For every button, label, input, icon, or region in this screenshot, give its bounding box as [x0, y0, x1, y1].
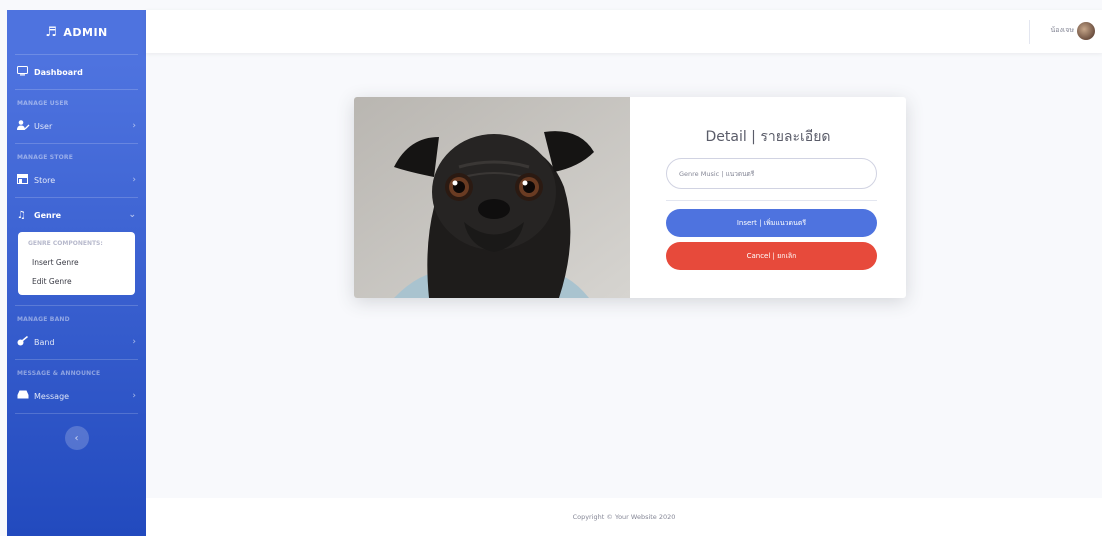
guitar-icon: [17, 335, 31, 349]
sidebar: ♬ ADMIN Dashboard MANAGE USER User › MAN…: [7, 10, 146, 536]
sidebar-item-label: Band: [34, 337, 55, 347]
insert-button[interactable]: Insert | เพิ่มแนวดนตรี: [666, 209, 877, 237]
sidebar-divider: [15, 413, 138, 414]
submenu-item-insert-genre[interactable]: Insert Genre: [18, 253, 135, 272]
user-edit-icon: [17, 119, 31, 133]
detail-card: Detail | รายละเอียด Insert | เพิ่มแนวดนต…: [354, 97, 906, 298]
topbar-divider: [1029, 20, 1030, 44]
avatar[interactable]: [1077, 22, 1095, 40]
sidebar-item-label: Store: [34, 175, 56, 185]
chevron-down-icon: ⌄: [128, 210, 136, 220]
form-divider: [666, 200, 877, 201]
chevron-right-icon: ›: [132, 337, 136, 347]
sidebar-heading-store: MANAGE STORE: [17, 154, 74, 161]
sidebar-item-label: Dashboard: [34, 67, 83, 77]
sidebar-item-label: Message: [34, 391, 70, 401]
chevron-right-icon: ›: [132, 121, 136, 131]
submenu-header: GENRE COMPONENTS:: [28, 240, 103, 247]
store-icon: [17, 173, 31, 187]
page-title: Detail | รายละเอียด: [705, 129, 831, 145]
music-icon: ♫: [17, 209, 26, 221]
sidebar-item-dashboard[interactable]: Dashboard: [7, 55, 146, 89]
monitor-icon: [17, 65, 31, 79]
topbar: น้องเจษ: [146, 10, 1102, 53]
sidebar-item-label: User: [34, 121, 53, 131]
sidebar-item-band[interactable]: Band ›: [7, 325, 146, 359]
inbox-icon: [17, 390, 31, 402]
footer: Copyright © Your Website 2020: [146, 498, 1102, 536]
sidebar-brand[interactable]: ♬ ADMIN: [7, 10, 146, 54]
chevron-right-icon: ›: [132, 175, 136, 185]
sidebar-item-genre[interactable]: ♫ Genre ⌄: [7, 198, 146, 232]
chevron-right-icon: ›: [132, 391, 136, 401]
music-notes-icon: ♬: [45, 24, 58, 40]
sidebar-item-message[interactable]: Message ›: [7, 379, 146, 413]
sidebar-item-store[interactable]: Store ›: [7, 163, 146, 197]
sidebar-toggle-button[interactable]: ‹: [64, 426, 89, 450]
sidebar-heading-message: MESSAGE & ANNOUNCE: [17, 370, 101, 377]
dog-photo: [354, 97, 630, 298]
user-name[interactable]: น้องเจษ: [1050, 25, 1074, 36]
sidebar-item-user[interactable]: User ›: [7, 109, 146, 143]
chevron-left-icon: ‹: [74, 432, 79, 444]
sidebar-heading-user: MANAGE USER: [17, 100, 69, 107]
detail-form: Detail | รายละเอียด Insert | เพิ่มแนวดนต…: [630, 97, 906, 298]
sidebar-item-label: Genre: [34, 210, 62, 220]
sidebar-heading-band: MANAGE BAND: [17, 316, 70, 323]
brand-title: ADMIN: [63, 25, 108, 39]
cancel-button[interactable]: Cancel | ยกเลิก: [666, 242, 877, 270]
copyright-text: Copyright © Your Website 2020: [572, 513, 676, 521]
genre-name-input[interactable]: [666, 158, 877, 189]
submenu-item-edit-genre[interactable]: Edit Genre: [18, 272, 135, 291]
genre-submenu: GENRE COMPONENTS: Insert Genre Edit Genr…: [18, 232, 135, 295]
